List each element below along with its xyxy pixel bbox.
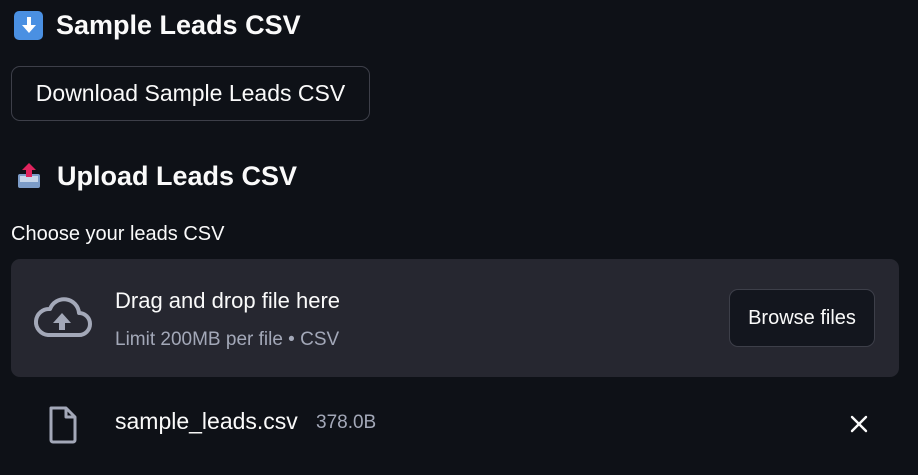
file-uploader-label: Choose your leads CSV <box>11 223 225 245</box>
dropzone-title: Drag and drop file here <box>115 288 341 313</box>
dropzone-limit-text: Limit 200MB per file • CSV <box>115 329 340 350</box>
uploaded-file-row: sample_leads.csv 378.0B <box>11 392 899 456</box>
uploaded-file-name: sample_leads.csv <box>115 408 298 434</box>
browse-files-button[interactable]: Browse files <box>729 289 875 347</box>
outbox-tray-emoji-icon <box>14 161 44 191</box>
close-icon[interactable] <box>844 409 874 439</box>
upload-section-heading: Upload Leads CSV <box>14 157 297 195</box>
file-icon <box>47 406 79 444</box>
upload-section-title: Upload Leads CSV <box>57 160 298 191</box>
download-sample-csv-button[interactable]: Download Sample Leads CSV <box>11 66 370 121</box>
app-page: Sample Leads CSV Download Sample Leads C… <box>0 0 918 475</box>
sample-section-heading: Sample Leads CSV <box>14 6 301 44</box>
sample-section-title: Sample Leads CSV <box>56 9 301 40</box>
down-arrow-emoji-icon <box>14 10 43 40</box>
uploaded-file-size: 378.0B <box>316 412 377 433</box>
cloud-upload-icon <box>33 295 93 339</box>
file-dropzone[interactable]: Drag and drop file here Limit 200MB per … <box>11 259 899 377</box>
